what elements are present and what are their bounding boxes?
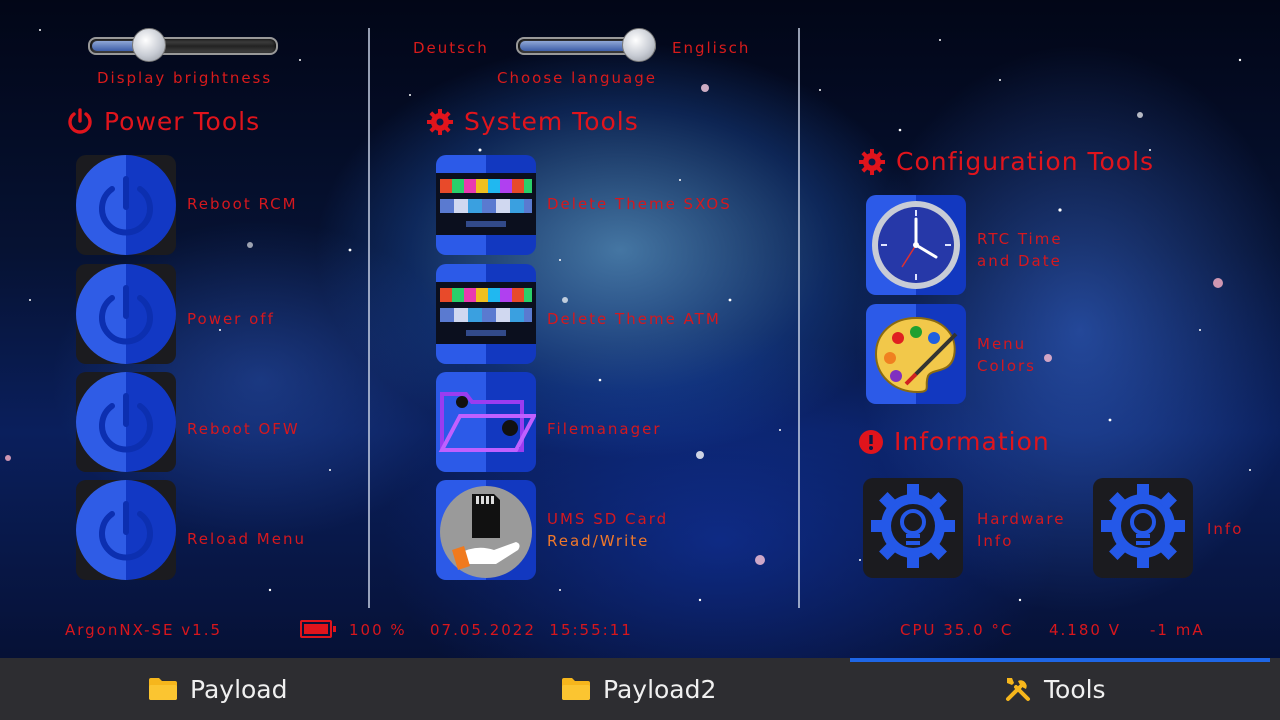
power-off-button[interactable] <box>76 264 176 364</box>
tab-payload[interactable]: Payload <box>148 658 288 720</box>
ums-sd-card-button[interactable] <box>436 480 536 580</box>
info-button[interactable] <box>1093 478 1193 578</box>
power-symbol-icon <box>76 264 176 364</box>
battery-icon <box>300 620 336 638</box>
power-symbol-icon <box>76 480 176 580</box>
power-icon <box>68 107 92 134</box>
language-label: Choose language <box>497 69 657 87</box>
tools-icon <box>1006 678 1030 701</box>
hardware-info-label-line2: Info <box>977 532 1014 550</box>
tab-tools-label: Tools <box>1044 674 1106 704</box>
system-tools-title-text: System Tools <box>464 107 639 136</box>
theme-screenshot-icon <box>436 173 536 235</box>
tab-payload2[interactable]: Payload2 <box>561 658 716 720</box>
datetime-text: 07.05.2022 15:55:11 <box>430 621 633 639</box>
column-divider-left <box>368 28 370 608</box>
tab-tools[interactable]: Tools <box>1004 658 1106 720</box>
language-slider[interactable] <box>516 28 656 62</box>
language-option-left: Deutsch <box>413 39 489 57</box>
delete-theme-sxos-button[interactable] <box>436 155 536 255</box>
info-icon <box>859 429 883 454</box>
hardware-info-label-line1: Hardware <box>977 510 1066 528</box>
voltage-text: 4.180 V <box>1049 621 1121 639</box>
rtc-label-line1: RTC Time <box>977 230 1063 248</box>
gear-bulb-icon <box>871 484 955 568</box>
folder-icon <box>149 678 177 700</box>
menu-colors-label-line1: Menu <box>977 335 1027 353</box>
tab-payload-label: Payload <box>190 674 288 704</box>
rtc-time-date-button[interactable] <box>866 195 966 295</box>
tab-payload2-label: Payload2 <box>603 674 717 704</box>
hardware-info-label: Hardware Info <box>977 508 1065 552</box>
delete-theme-atm-label: Delete Theme ATM <box>547 310 721 328</box>
folder-icon <box>562 678 590 700</box>
sd-card-hand-icon <box>440 486 532 578</box>
menu-colors-button[interactable] <box>866 304 966 404</box>
reload-menu-button[interactable] <box>76 480 176 580</box>
gear-icon <box>859 148 885 175</box>
reboot-ofw-button[interactable] <box>76 372 176 472</box>
reboot-rcm-button[interactable] <box>76 155 176 255</box>
brightness-slider[interactable] <box>88 28 278 62</box>
reboot-rcm-label: Reboot RCM <box>187 195 298 213</box>
reboot-ofw-label: Reboot OFW <box>187 420 300 438</box>
power-off-label: Power off <box>187 310 275 328</box>
palette-icon <box>874 316 958 394</box>
power-symbol-icon <box>76 155 176 255</box>
cpu-temp-text: CPU 35.0 °C <box>900 621 1014 639</box>
menu-colors-label-line2: Colors <box>977 357 1036 375</box>
version-text: ArgonNX-SE v1.5 <box>65 621 223 639</box>
brightness-slider-knob[interactable] <box>132 28 166 62</box>
language-slider-knob[interactable] <box>622 28 656 62</box>
clock-icon <box>872 201 960 289</box>
information-title-text: Information <box>894 427 1050 456</box>
current-text: -1 mA <box>1150 621 1205 639</box>
power-tools-title-text: Power Tools <box>104 107 261 136</box>
info-label: Info <box>1207 520 1244 538</box>
delete-theme-sxos-label: Delete Theme SXOS <box>547 195 732 213</box>
filemanager-button[interactable] <box>436 372 536 472</box>
column-divider-right <box>798 28 800 608</box>
menu-colors-label: Menu Colors <box>977 333 1036 377</box>
language-option-right: Englisch <box>672 39 751 57</box>
power-symbol-icon <box>76 372 176 472</box>
battery-fill <box>304 624 328 634</box>
theme-screenshot-icon <box>436 282 536 344</box>
rtc-label-line2: and Date <box>977 252 1062 270</box>
ums-sd-card-label-line1: UMS SD Card <box>547 510 669 528</box>
active-tab-indicator <box>850 658 1270 662</box>
battery-percent-text: 100 % <box>349 621 407 639</box>
folder-open-icon <box>438 392 536 452</box>
information-title: Information <box>858 427 1050 456</box>
gear-icon <box>427 108 453 135</box>
reload-menu-label: Reload Menu <box>187 530 306 548</box>
rtc-time-date-label: RTC Time and Date <box>977 228 1063 272</box>
configuration-tools-title-text: Configuration Tools <box>896 147 1155 176</box>
ums-sd-card-label: UMS SD Card Read/Write <box>547 508 668 552</box>
system-tools-title: System Tools <box>426 107 639 136</box>
hardware-info-button[interactable] <box>863 478 963 578</box>
power-tools-title: Power Tools <box>66 107 260 136</box>
configuration-tools-title: Configuration Tools <box>858 147 1154 176</box>
filemanager-label: Filemanager <box>547 420 662 438</box>
brightness-label: Display brightness <box>97 69 273 87</box>
gear-bulb-icon <box>1101 484 1185 568</box>
ums-sd-card-label-line2: Read/Write <box>547 532 650 550</box>
delete-theme-atm-button[interactable] <box>436 264 536 364</box>
